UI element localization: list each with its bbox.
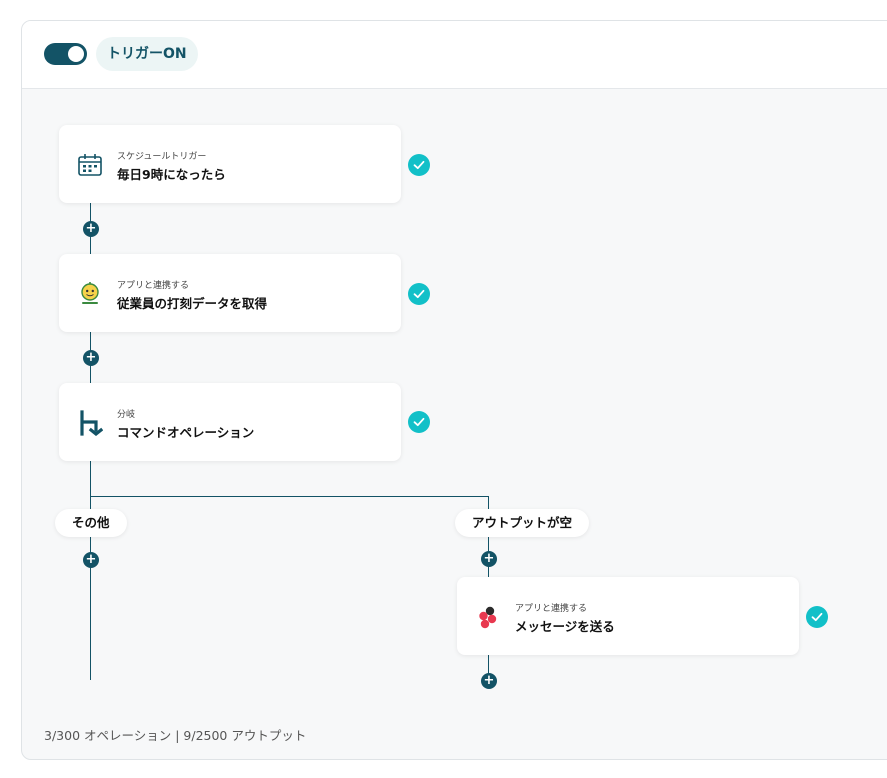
- calendar-icon: [77, 152, 103, 178]
- check-icon: [408, 411, 430, 433]
- usage-summary: 3/300 オペレーション | 9/2500 アウトプット: [44, 728, 307, 743]
- check-icon: [806, 606, 828, 628]
- toggle-knob: [68, 46, 84, 62]
- branch-label-output-empty[interactable]: アウトプットが空: [455, 509, 590, 537]
- step-title: 毎日9時になったら: [117, 167, 226, 182]
- add-step-button[interactable]: +: [83, 552, 99, 568]
- step-title: コマンドオペレーション: [117, 425, 255, 440]
- step-type-label: スケジュールトリガー: [117, 152, 207, 162]
- add-step-button[interactable]: +: [83, 350, 99, 366]
- check-icon: [408, 283, 430, 305]
- flow-panel: トリガーON スケジュールトリガー 毎日9時になったら + アプリと連携する 従…: [21, 20, 887, 760]
- trigger-status-label: トリガーON: [96, 37, 198, 71]
- connector-line: [90, 496, 489, 497]
- add-step-button[interactable]: +: [481, 673, 497, 689]
- attendance-app-icon: [77, 281, 103, 307]
- step-title: 従業員の打刻データを取得: [117, 296, 268, 311]
- step-type-label: 分岐: [117, 410, 136, 420]
- step-card-send-message[interactable]: アプリと連携する メッセージを送る: [457, 577, 799, 655]
- asana-icon: [475, 604, 501, 630]
- step-card-schedule-trigger[interactable]: スケジュールトリガー 毎日9時になったら: [59, 125, 401, 203]
- branch-label-other[interactable]: その他: [55, 509, 127, 537]
- check-icon: [408, 154, 430, 176]
- step-type-label: アプリと連携する: [515, 604, 588, 614]
- step-title: メッセージを送る: [515, 619, 615, 634]
- branch-icon: [77, 410, 104, 437]
- connector-line: [90, 461, 91, 680]
- flow-header: トリガーON: [22, 21, 887, 89]
- trigger-toggle[interactable]: [44, 43, 87, 65]
- add-step-button[interactable]: +: [83, 221, 99, 237]
- step-type-label: アプリと連携する: [117, 281, 190, 291]
- add-step-button[interactable]: +: [481, 551, 497, 567]
- step-card-get-attendance[interactable]: アプリと連携する 従業員の打刻データを取得: [59, 254, 401, 332]
- step-card-branch[interactable]: 分岐 コマンドオペレーション: [59, 383, 401, 461]
